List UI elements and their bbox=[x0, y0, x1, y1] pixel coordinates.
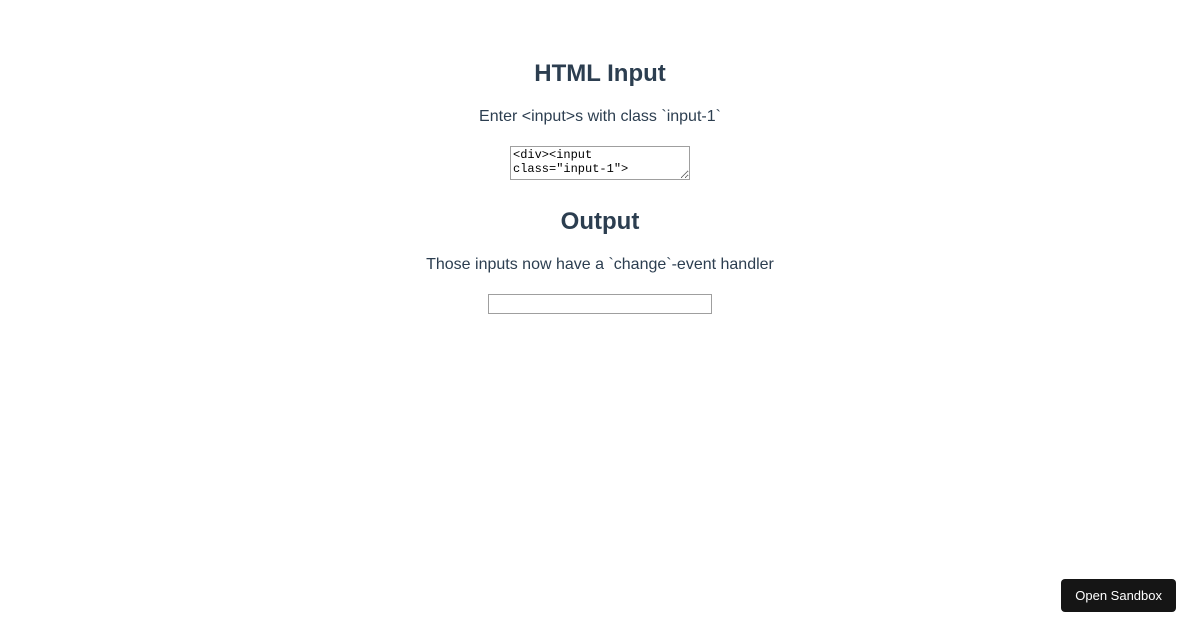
html-input-heading: HTML Input bbox=[0, 60, 1200, 88]
output-input-field[interactable] bbox=[488, 294, 712, 314]
output-heading: Output bbox=[0, 208, 1200, 236]
html-input-description: Enter <input>s with class `input-1` bbox=[0, 108, 1200, 126]
html-input-textarea[interactable]: <div><input class="input-1"> bbox=[510, 146, 690, 180]
output-description: Those inputs now have a `change`-event h… bbox=[0, 256, 1200, 274]
open-sandbox-button[interactable]: Open Sandbox bbox=[1061, 579, 1176, 612]
main-container: HTML Input Enter <input>s with class `in… bbox=[0, 0, 1200, 314]
